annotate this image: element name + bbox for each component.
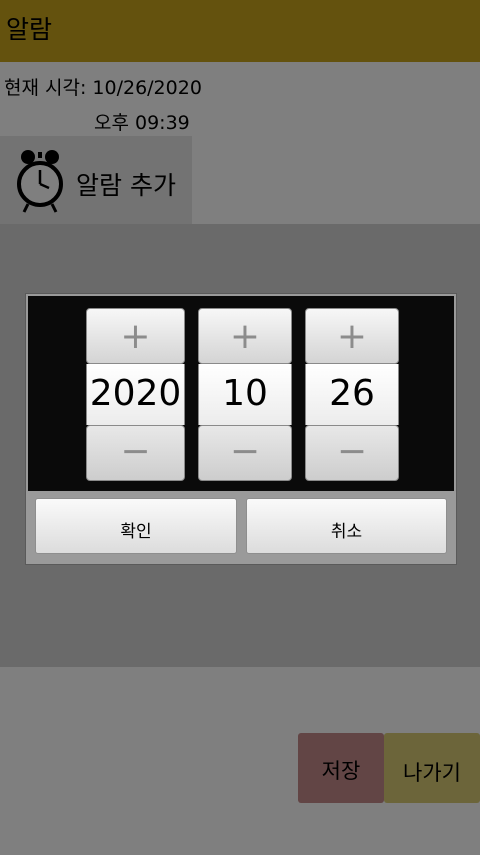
date-picker-dialog: + 2020 − + 10 − + 26 − 확인 취소 (25, 293, 457, 565)
month-decrement-button[interactable]: − (198, 425, 292, 481)
day-spinner: + 26 − (305, 308, 399, 481)
date-picker: + 2020 − + 10 − + 26 − (28, 296, 454, 491)
year-spinner: + 2020 − (86, 308, 185, 481)
day-value-field[interactable]: 26 (305, 364, 399, 425)
year-value-field[interactable]: 2020 (86, 364, 185, 425)
plus-icon: + (120, 316, 151, 357)
plus-icon: + (229, 316, 261, 357)
year-value: 2020 (89, 373, 182, 414)
day-value: 26 (329, 373, 375, 414)
ok-button-label: 확인 (120, 522, 152, 542)
minus-icon: − (336, 431, 368, 472)
cancel-button-label: 취소 (330, 522, 363, 542)
minus-icon: − (229, 431, 261, 472)
year-decrement-button[interactable]: − (86, 425, 185, 481)
month-value-field[interactable]: 10 (198, 364, 292, 425)
plus-icon: + (336, 316, 368, 357)
month-spinner: + 10 − (198, 308, 292, 481)
month-value: 10 (222, 373, 268, 414)
minus-icon: − (120, 431, 151, 472)
ok-button[interactable]: 확인 (35, 498, 237, 554)
year-increment-button[interactable]: + (86, 308, 185, 364)
day-decrement-button[interactable]: − (305, 425, 399, 481)
cancel-button[interactable]: 취소 (246, 498, 447, 554)
month-increment-button[interactable]: + (198, 308, 292, 364)
day-increment-button[interactable]: + (305, 308, 399, 364)
